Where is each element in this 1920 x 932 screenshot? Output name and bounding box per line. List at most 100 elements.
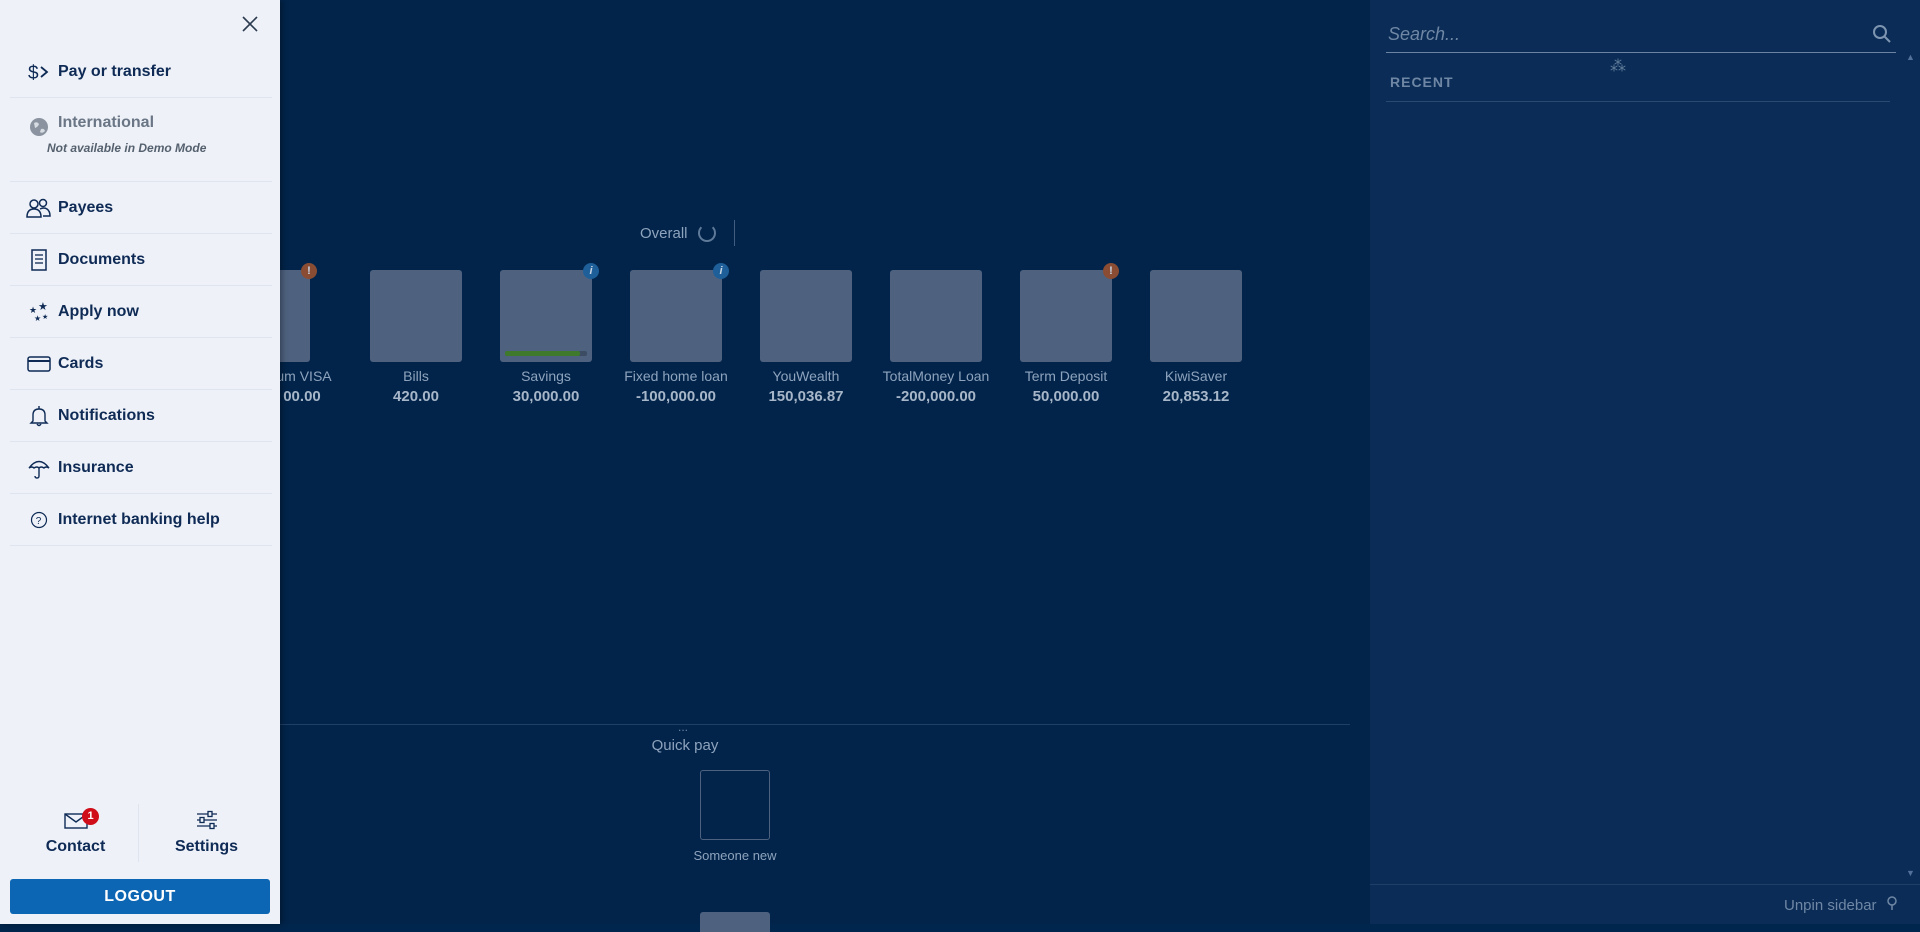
quick-pay-heading: Quick pay [651, 737, 719, 754]
settings-label: Settings [174, 838, 239, 855]
contact-button[interactable]: 1 Contact [10, 800, 141, 866]
svg-text:?: ? [36, 516, 42, 527]
account-tile[interactable]: YouWealth 150,036.87 [741, 270, 871, 405]
info-badge-icon[interactable]: i [583, 263, 599, 279]
umbrella-icon [26, 455, 52, 481]
settings-button[interactable]: Settings [141, 800, 272, 866]
account-tile[interactable]: KiwiSaver 20,853.12 [1131, 270, 1261, 405]
menu-item-international: International Not available in Demo Mode [10, 98, 272, 182]
sparkle-icon: ★ ★ ★ ★ [26, 299, 52, 325]
menu-item-pay-or-transfer[interactable]: $ Pay or transfer [10, 46, 272, 98]
payees-icon [26, 195, 52, 221]
menu-item-insurance[interactable]: Insurance [10, 442, 272, 494]
menu-item-documents[interactable]: Documents [10, 234, 272, 286]
warning-badge-icon[interactable]: ! [301, 263, 317, 279]
account-tile[interactable]: i Fixed home loan -100,000.00 [611, 263, 741, 405]
search-bar [1386, 18, 1896, 53]
menu-item-label: Insurance [58, 458, 134, 476]
divider [1386, 101, 1890, 102]
overall-label: Overall [640, 224, 688, 242]
menu-item-cards[interactable]: Cards [10, 338, 272, 390]
account-tile-image: i [500, 263, 599, 362]
account-tile-image [760, 270, 852, 362]
recent-heading: RECENT [1390, 74, 1454, 90]
svg-text:★: ★ [42, 313, 48, 321]
account-tile-image: ! [1020, 263, 1119, 362]
account-name: Bills [403, 368, 429, 384]
svg-text:$: $ [28, 63, 39, 84]
scroll-down-icon[interactable]: ▼ [1906, 868, 1915, 878]
menu-item-label: Apply now [58, 302, 139, 320]
account-tile-image: i [630, 263, 729, 362]
account-tile[interactable]: Bills 420.00 [351, 270, 481, 405]
close-icon[interactable] [238, 12, 262, 36]
search-icon[interactable] [1872, 24, 1892, 49]
account-tile[interactable]: ! Term Deposit 50,000.00 [1001, 263, 1131, 405]
menu-item-payees[interactable]: Payees [10, 182, 272, 234]
right-sidebar [1370, 0, 1920, 924]
menu-item-label: Payees [58, 198, 114, 216]
divider [733, 220, 735, 246]
section-divider [280, 724, 1350, 725]
navigation-drawer: $ Pay or transfer International Not avai… [0, 0, 280, 924]
account-balance: 420.00 [393, 388, 439, 405]
account-balance: 30,000.00 [512, 388, 580, 405]
menu-item-internet-banking-help[interactable]: ? Internet banking help [10, 494, 272, 546]
menu-item-label: Internet banking help [58, 510, 220, 528]
envelope-icon [10, 800, 141, 830]
quick-pay-tile[interactable] [700, 912, 770, 932]
warning-badge-icon[interactable]: ! [1103, 263, 1119, 279]
menu-item-label: International [58, 114, 155, 131]
account-balance: 20,853.12 [1162, 388, 1230, 405]
scroll-up-icon[interactable]: ▲ [1906, 52, 1915, 62]
help-icon: ? [26, 507, 52, 533]
account-tile-image [370, 270, 462, 362]
contact-label: Contact [45, 838, 106, 855]
account-balance: -200,000.00 [895, 388, 977, 405]
loading-spinner-icon [697, 224, 716, 242]
divider [1370, 884, 1920, 885]
document-icon [26, 247, 52, 273]
unpin-sidebar-button[interactable]: Unpin sidebar [1784, 896, 1899, 914]
account-balance: -100,000.00 [635, 388, 717, 405]
menu-item-label: Documents [58, 250, 146, 268]
someone-new-button[interactable]: Someone new [690, 770, 780, 863]
dollar-transfer-icon: $ [26, 59, 52, 85]
sliders-icon [141, 800, 272, 830]
menu-item-label: Notifications [58, 406, 155, 424]
pin-icon [1885, 896, 1899, 914]
progress-fill [505, 351, 581, 356]
account-tile[interactable]: i Savings 30,000.00 [481, 263, 611, 405]
svg-text:★: ★ [34, 314, 41, 323]
loading-spinner-icon: ⁂ [1610, 58, 1626, 75]
bottom-actions: 1 Contact Settings [10, 800, 272, 866]
account-name: TotalMoney Loan [882, 368, 990, 384]
info-badge-icon[interactable]: i [713, 263, 729, 279]
bell-icon [26, 403, 52, 429]
menu-item-label: Cards [58, 354, 104, 372]
svg-text:★: ★ [38, 301, 48, 313]
account-name: YouWealth [772, 368, 840, 384]
dashboard-area [280, 0, 1370, 924]
credit-card-icon [26, 351, 52, 377]
savings-progress-bar [505, 351, 587, 356]
app-backdrop: Overall ! um VISA 00.00 Bills 420.00 i S… [0, 0, 1920, 932]
account-name: Term Deposit [1024, 368, 1108, 384]
account-tile[interactable]: TotalMoney Loan -200,000.00 [871, 270, 1001, 405]
logout-button[interactable]: LOGOUT [10, 879, 270, 914]
someone-new-tile [700, 770, 770, 840]
unavailable-note: Not available in Demo Mode [47, 141, 207, 155]
menu-item-apply-now[interactable]: ★ ★ ★ ★ Apply now [10, 286, 272, 338]
menu-item-notifications[interactable]: Notifications [10, 390, 272, 442]
menu-item-label: Pay or transfer [58, 62, 171, 80]
search-input[interactable] [1386, 18, 1860, 50]
notification-count-badge: 1 [82, 808, 99, 825]
divider [138, 804, 139, 862]
globe-icon [26, 114, 52, 140]
menu-list: $ Pay or transfer International Not avai… [10, 46, 272, 546]
drag-handle[interactable]: ... [678, 720, 688, 734]
overall-indicator: Overall [640, 220, 735, 246]
unpin-sidebar-label: Unpin sidebar [1784, 896, 1877, 914]
account-balance: 50,000.00 [1032, 388, 1100, 405]
account-name: Savings [521, 368, 571, 384]
